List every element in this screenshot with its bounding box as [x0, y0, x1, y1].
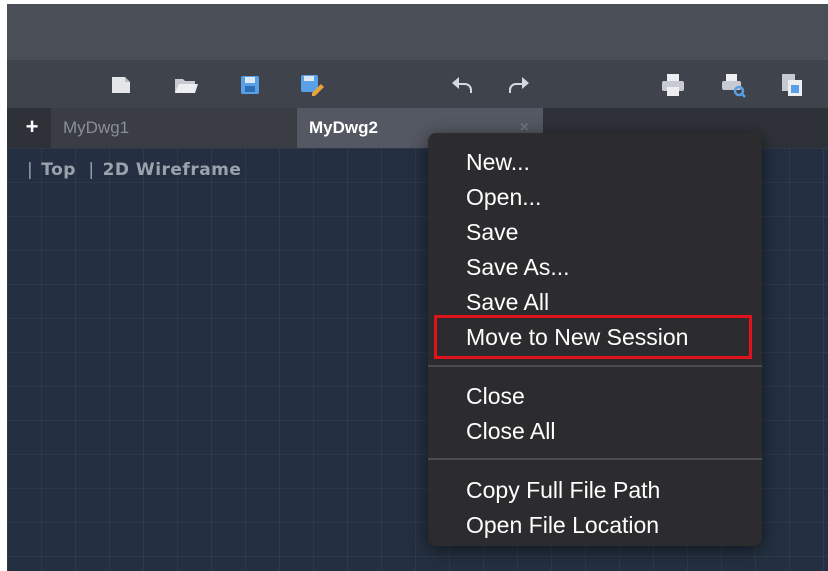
- view-control[interactable]: Top: [41, 160, 76, 180]
- open-folder-icon[interactable]: [173, 72, 199, 98]
- menu-item-close[interactable]: Close: [466, 379, 525, 413]
- menu-item-save-as[interactable]: Save As...: [466, 250, 570, 284]
- separator: |: [88, 160, 95, 180]
- menu-item-open[interactable]: Open...: [466, 180, 541, 214]
- title-bar: [7, 4, 828, 60]
- separator: |: [27, 160, 34, 180]
- visual-style-control[interactable]: 2D Wireframe: [103, 160, 242, 180]
- save-as-icon[interactable]: [299, 72, 325, 98]
- tab-label: MyDwg1: [63, 118, 130, 137]
- app-window: + MyDwg1 MyDwg2 × | Top | 2D Wireframe New…: [7, 4, 828, 571]
- tab-label: MyDwg2: [309, 118, 378, 137]
- quick-access-toolbar: [7, 60, 828, 108]
- menu-item-save[interactable]: Save: [466, 215, 518, 249]
- menu-item-open-file-location[interactable]: Open File Location: [466, 508, 659, 542]
- undo-icon[interactable]: [449, 72, 475, 98]
- redo-icon[interactable]: [506, 72, 532, 98]
- plot-preview-icon[interactable]: [720, 72, 746, 98]
- viewport-controls: | Top | 2D Wireframe: [27, 160, 241, 180]
- publish-icon[interactable]: [779, 72, 805, 98]
- tab-context-menu: New... Open... Save Save As... Save All …: [428, 133, 762, 546]
- highlight-annotation-box: [434, 315, 752, 359]
- new-tab-plus-icon[interactable]: +: [21, 115, 43, 139]
- menu-separator: [428, 458, 762, 460]
- menu-item-close-all[interactable]: Close All: [466, 414, 555, 448]
- save-icon[interactable]: [237, 72, 263, 98]
- menu-item-save-all[interactable]: Save All: [466, 285, 549, 319]
- menu-separator: [428, 365, 762, 367]
- menu-item-new[interactable]: New...: [466, 145, 530, 179]
- print-icon[interactable]: [660, 72, 686, 98]
- new-file-icon[interactable]: [108, 72, 134, 98]
- menu-item-copy-full-file-path[interactable]: Copy Full File Path: [466, 473, 660, 507]
- file-tab-mydwg1[interactable]: MyDwg1: [51, 108, 297, 148]
